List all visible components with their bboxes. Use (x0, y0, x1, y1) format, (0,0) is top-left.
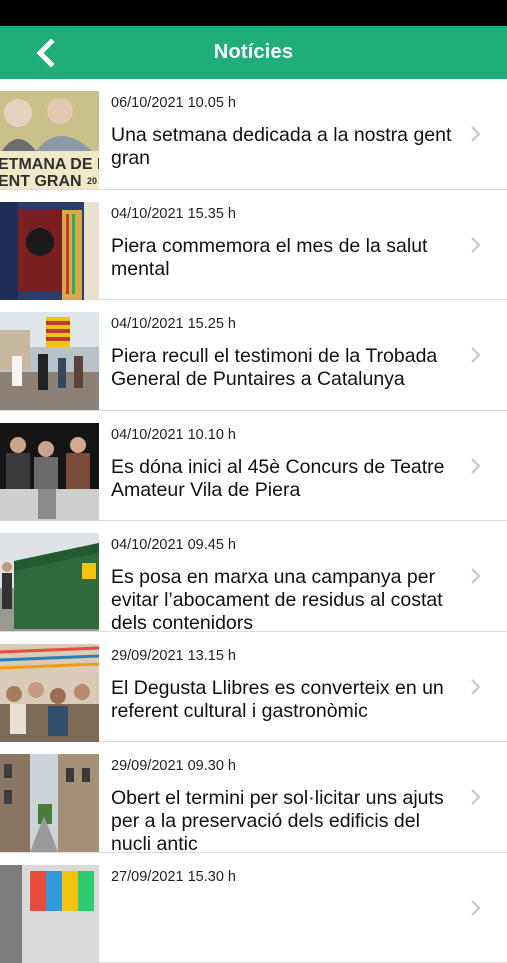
news-item[interactable]: ETMANA DE L ENT GRAN 20 06/10/2021 10.05… (0, 79, 507, 190)
news-item[interactable]: 27/09/2021 15.30 h (0, 853, 507, 963)
news-title: Es posa en marxa una campanya per evitar… (111, 566, 459, 635)
chevron-left-icon (35, 39, 55, 67)
news-date: 29/09/2021 13.15 h (111, 648, 459, 664)
news-title: Obert el termini per sol·licitar uns aju… (111, 787, 459, 856)
chevron-right-icon (470, 125, 482, 143)
news-item[interactable]: 04/10/2021 15.25 h Piera recull el testi… (0, 300, 507, 411)
news-date: 04/10/2021 09.45 h (111, 537, 459, 553)
news-thumbnail (0, 423, 99, 521)
news-thumbnail (0, 202, 99, 300)
news-item[interactable]: 29/09/2021 13.15 h El Degusta Llibres es… (0, 632, 507, 743)
chevron-right-icon (470, 457, 482, 475)
news-date: 06/10/2021 10.05 h (111, 95, 459, 111)
news-thumbnail: ETMANA DE L ENT GRAN 20 (0, 91, 99, 189)
news-date: 27/09/2021 15.30 h (111, 869, 459, 885)
news-title: Piera recull el testimoni de la Trobada … (111, 345, 459, 391)
news-item[interactable]: 04/10/2021 15.35 h Piera commemora el me… (0, 190, 507, 301)
navigation-bar: Notícies (0, 26, 507, 79)
back-button[interactable] (30, 37, 60, 69)
chevron-right-icon (470, 236, 482, 254)
news-thumbnail (0, 754, 99, 852)
news-thumbnail (0, 865, 99, 963)
svg-text:ENT GRAN: ENT GRAN (0, 173, 82, 189)
news-item[interactable]: 29/09/2021 09.30 h Obert el termini per … (0, 742, 507, 853)
news-title: El Degusta Llibres es converteix en un r… (111, 677, 459, 723)
news-title: Una setmana dedicada a la nostra gent gr… (111, 124, 459, 170)
chevron-right-icon (470, 678, 482, 696)
status-bar (0, 0, 507, 26)
svg-text:20: 20 (87, 176, 97, 186)
news-date: 04/10/2021 15.25 h (111, 316, 459, 332)
news-list: ETMANA DE L ENT GRAN 20 06/10/2021 10.05… (0, 79, 507, 963)
news-title: Piera commemora el mes de la salut menta… (111, 235, 459, 281)
news-thumbnail (0, 644, 99, 742)
news-date: 04/10/2021 10.10 h (111, 427, 459, 443)
chevron-right-icon (470, 788, 482, 806)
svg-text:ETMANA DE L: ETMANA DE L (0, 156, 99, 173)
chevron-right-icon (470, 346, 482, 364)
chevron-right-icon (470, 899, 482, 917)
news-title: Es dóna inici al 45è Concurs de Teatre A… (111, 456, 459, 502)
news-thumbnail (0, 312, 99, 410)
news-thumbnail (0, 533, 99, 631)
news-item[interactable]: 04/10/2021 10.10 h Es dóna inici al 45è … (0, 411, 507, 522)
news-date: 04/10/2021 15.35 h (111, 206, 459, 222)
news-date: 29/09/2021 09.30 h (111, 758, 459, 774)
news-item[interactable]: 04/10/2021 09.45 h Es posa en marxa una … (0, 521, 507, 632)
chevron-right-icon (470, 567, 482, 585)
page-title: Notícies (214, 41, 293, 64)
